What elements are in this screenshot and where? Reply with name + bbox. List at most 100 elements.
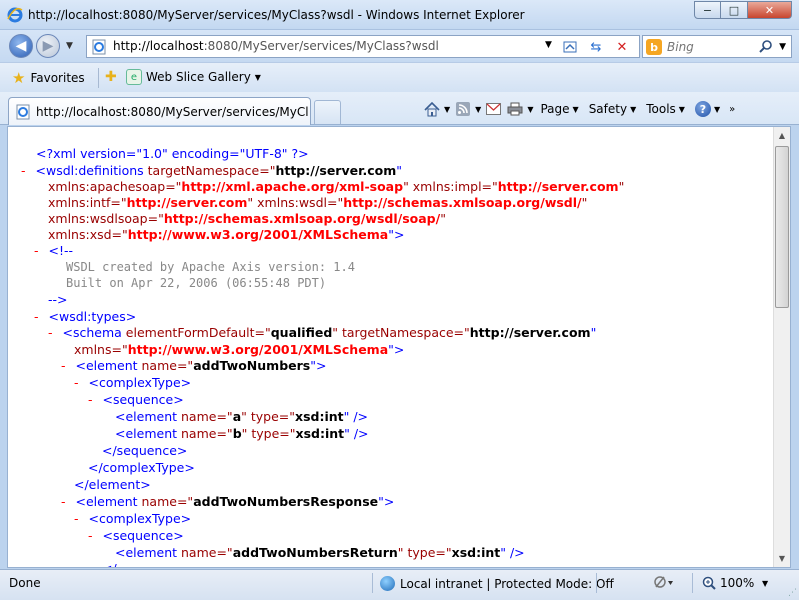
- add-to-favorites-bar-icon[interactable]: ✚: [105, 69, 117, 85]
- compatibility-view-icon[interactable]: [561, 38, 579, 56]
- zoom-icon: [702, 576, 716, 590]
- help-icon: ?: [694, 101, 711, 117]
- page-menu[interactable]: Page ▼: [537, 100, 581, 118]
- collapse-toggle[interactable]: -: [34, 309, 39, 324]
- url-text[interactable]: http://localhost:8080/MyServer/services/…: [113, 39, 439, 53]
- address-dropdown[interactable]: ▼: [545, 40, 552, 50]
- tab-label: http://localhost:8080/MyServer/services/…: [36, 105, 308, 119]
- xml-value: http://xml.apache.org/xml-soap: [181, 179, 404, 194]
- status-separator: [372, 573, 373, 593]
- xml-line-complextype2: - <complexType>: [74, 510, 191, 527]
- xml-attr: " xmlns:impl=": [403, 179, 498, 194]
- xml-value: http://server.com: [126, 195, 248, 210]
- chevron-down-icon: ▼: [713, 104, 721, 114]
- recent-pages-dropdown[interactable]: ▼: [66, 41, 73, 51]
- xml-value: xsd:int: [295, 426, 345, 441]
- new-tab-button[interactable]: [314, 100, 341, 124]
- xml-value: http://schemas.xmlsoap.org/wsdl/soap/: [163, 211, 441, 226]
- search-options-dropdown[interactable]: ▼: [779, 42, 786, 52]
- xml-comment-open: <!--: [48, 243, 74, 258]
- vertical-scrollbar[interactable]: ▲ ▼: [773, 127, 790, 567]
- favorites-button[interactable]: ★ Favorites: [12, 69, 85, 87]
- popup-blocker-icon[interactable]: [654, 575, 674, 592]
- security-zone[interactable]: Local intranet | Protected Mode: Off: [380, 576, 614, 591]
- feeds-dropdown[interactable]: ▼: [475, 105, 481, 114]
- bing-icon: b: [646, 39, 662, 55]
- scrollbar-thumb[interactable]: [775, 146, 789, 308]
- xml-declaration-text: <?xml version="1.0" encoding="UTF-8" ?>: [36, 146, 309, 161]
- collapse-toggle[interactable]: -: [61, 494, 66, 509]
- maximize-button[interactable]: □: [721, 1, 748, 19]
- collapse-toggle[interactable]: -: [88, 392, 93, 407]
- xml-attr: targetNamespace=": [143, 163, 276, 178]
- xml-tag: <element: [75, 358, 138, 373]
- xml-attr: name=": [177, 409, 233, 424]
- tab-row: http://localhost:8080/MyServer/services/…: [0, 92, 799, 125]
- xml-line-schema: - <schema elementFormDefault="qualified "…: [48, 324, 596, 341]
- status-bar: Done Local intranet | Protected Mode: Of…: [0, 569, 799, 600]
- read-mail-icon[interactable]: [485, 101, 502, 117]
- refresh-icon[interactable]: ⇆: [587, 38, 605, 56]
- feeds-icon[interactable]: [454, 101, 471, 117]
- tools-menu[interactable]: Tools ▼: [643, 100, 688, 118]
- stop-icon[interactable]: ✕: [613, 38, 631, 56]
- close-button[interactable]: ✕: [748, 1, 792, 19]
- xml-value: addTwoNumbersReturn: [232, 545, 398, 560]
- address-bar[interactable]: http://localhost:8080/MyServer/services/…: [86, 35, 640, 58]
- xml-value: http://schemas.xmlsoap.org/wsdl/: [343, 195, 582, 210]
- xml-line-definitions: - <wsdl:definitions targetNamespace="htt…: [21, 162, 402, 179]
- help-menu[interactable]: ? ▼: [692, 100, 723, 118]
- scroll-down-icon[interactable]: ▼: [774, 550, 790, 567]
- xml-punct: " />: [344, 426, 369, 441]
- xml-punct: ": [590, 325, 597, 340]
- home-icon[interactable]: [423, 101, 440, 117]
- xml-value: qualified: [270, 325, 333, 340]
- collapse-toggle[interactable]: -: [34, 243, 39, 258]
- xml-line-element1-close: </element>: [74, 476, 151, 493]
- xml-line-ns1: xmlns:apachesoap="http://xml.apache.org/…: [48, 178, 624, 195]
- zoom-control[interactable]: 100%: [702, 576, 754, 590]
- collapse-toggle[interactable]: -: [48, 325, 53, 340]
- resize-grip-icon[interactable]: ⋰: [788, 588, 797, 598]
- xml-value: b: [232, 426, 242, 441]
- safety-menu[interactable]: Safety ▼: [586, 100, 640, 118]
- xml-attr: xmlns=": [74, 342, 128, 357]
- zoom-dropdown[interactable]: ▼: [762, 579, 768, 588]
- xml-line-sequence1: - <sequence>: [88, 391, 184, 408]
- toolbar-overflow-icon[interactable]: »: [729, 104, 735, 115]
- page-menu-label: Page: [540, 102, 570, 116]
- back-button[interactable]: ◀: [9, 34, 33, 58]
- xml-line-complextype1: - <complexType>: [74, 374, 191, 391]
- minimize-button[interactable]: −: [694, 1, 721, 19]
- search-icon[interactable]: [759, 40, 773, 54]
- xml-line-complextype1-close: </complexType>: [88, 459, 195, 476]
- scroll-up-icon[interactable]: ▲: [774, 127, 790, 144]
- web-slice-gallery-link[interactable]: e Web Slice Gallery ▼: [126, 69, 261, 85]
- chevron-down-icon: ▼: [572, 104, 579, 114]
- url-host: http://localhost: [113, 39, 204, 53]
- collapse-toggle[interactable]: -: [88, 528, 93, 543]
- home-dropdown[interactable]: ▼: [444, 105, 450, 114]
- chevron-down-icon: ▼: [630, 104, 637, 114]
- xml-tag: <sequence>: [102, 528, 184, 543]
- forward-button[interactable]: ▶: [36, 34, 60, 58]
- collapse-toggle[interactable]: -: [74, 511, 79, 526]
- xml-line-element-return: <element name="addTwoNumbersReturn" type…: [115, 544, 525, 561]
- xml-attr: xmlns:xsd=": [48, 227, 128, 242]
- search-input[interactable]: [667, 39, 757, 55]
- tab-myclass-wsdl[interactable]: http://localhost:8080/MyServer/services/…: [8, 97, 311, 125]
- xml-tag: </complexType>: [88, 460, 195, 475]
- print-dropdown[interactable]: ▼: [527, 105, 533, 114]
- collapse-toggle[interactable]: -: [61, 358, 66, 373]
- xml-punct: ">: [388, 342, 405, 357]
- web-slice-dropdown[interactable]: ▼: [255, 73, 261, 82]
- search-box[interactable]: b ▼: [642, 35, 792, 58]
- xml-punct: ">: [378, 494, 395, 509]
- xml-tag: <schema: [62, 325, 122, 340]
- collapse-toggle[interactable]: -: [74, 375, 79, 390]
- xml-punct: ">: [388, 227, 405, 242]
- xml-attr: elementFormDefault=": [121, 325, 271, 340]
- collapse-toggle[interactable]: -: [21, 163, 26, 178]
- xml-attr: xmlns:intf=": [48, 195, 127, 210]
- print-icon[interactable]: [506, 101, 523, 117]
